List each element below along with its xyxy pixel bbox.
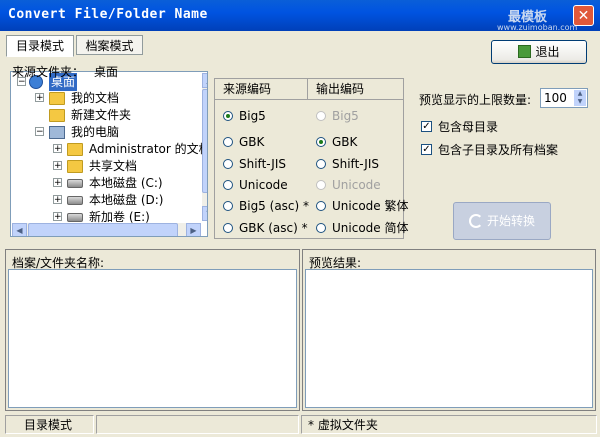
exit-label: 退出 <box>535 45 560 59</box>
source-radio-gbk[interactable]: GBK <box>223 134 264 150</box>
start-convert-button[interactable]: 开始转换 <box>453 202 551 240</box>
names-list[interactable] <box>8 269 297 408</box>
tree-node-label: 本地磁盘 (C:) <box>89 176 163 190</box>
status-note: * 虚拟文件夹 <box>301 415 597 434</box>
tree-node-label: Administrator 的文档 <box>89 142 208 156</box>
collapse-icon[interactable]: − <box>35 127 44 137</box>
checkmark-icon: ✓ <box>421 144 432 155</box>
output-radio-unicode-traditional[interactable]: Unicode 繁体 <box>316 198 408 214</box>
expand-icon[interactable]: + <box>35 93 44 103</box>
expand-icon[interactable]: + <box>53 144 62 154</box>
tree-node-label: 我的电脑 <box>71 125 120 139</box>
source-radio-big5[interactable]: Big5 <box>223 108 266 124</box>
radio-icon <box>316 179 326 190</box>
output-radio-shift-jis[interactable]: Shift-JIS <box>316 156 379 172</box>
radio-icon <box>316 158 326 169</box>
drive-icon <box>67 179 83 188</box>
output-radio-big5: Big5 <box>316 108 359 124</box>
folder-icon <box>49 109 65 122</box>
preview-limit-spinner[interactable]: 100 ▲ ▼ <box>540 88 588 108</box>
tab-directory-mode[interactable]: 目录模式 <box>6 35 74 57</box>
output-radio-unicode-simplified[interactable]: Unicode 简体 <box>316 220 408 236</box>
folder-tree[interactable]: − 桌面 + 我的文档 新建文件夹 − 我的电脑 + Administrator… <box>10 71 208 237</box>
source-radio-unicode[interactable]: Unicode <box>223 177 288 193</box>
exit-icon <box>518 45 532 58</box>
scroll-left-icon[interactable]: ◀ <box>12 223 27 236</box>
preview-list[interactable] <box>305 269 593 408</box>
expand-icon[interactable]: + <box>53 178 62 188</box>
source-radio-big5-asc[interactable]: Big5 (asc) * <box>223 198 309 214</box>
output-radio-gbk[interactable]: GBK <box>316 134 357 150</box>
tree-vertical-scrollbar[interactable]: ▲ ▼ <box>202 73 207 221</box>
folder-icon <box>67 143 83 156</box>
source-folder-value: 桌面 <box>94 65 119 79</box>
tree-node-label: 共享文档 <box>89 159 138 173</box>
computer-icon <box>49 126 65 139</box>
expand-icon[interactable]: + <box>53 161 62 171</box>
folder-icon <box>49 92 65 105</box>
start-convert-label: 开始转换 <box>486 214 535 228</box>
source-radio-shift-jis[interactable]: Shift-JIS <box>223 156 286 172</box>
tree-horizontal-scrollbar[interactable]: ◀ ▶ <box>12 223 201 236</box>
include-parent-checkbox[interactable]: ✓ 包含母目录 <box>421 119 498 135</box>
refresh-icon <box>468 213 483 228</box>
radio-icon <box>223 179 233 190</box>
preview-panel: 预览结果: <box>302 249 596 411</box>
status-bar: 目录模式 * 虚拟文件夹 <box>0 413 600 437</box>
spin-up-icon[interactable]: ▲ <box>574 90 586 98</box>
tree-node-label: 新建文件夹 <box>71 108 132 122</box>
radio-icon <box>223 200 233 211</box>
scroll-thumb[interactable] <box>202 89 207 193</box>
exit-button[interactable]: 退出 <box>491 40 587 64</box>
window-title: Convert File/Folder Name <box>8 7 208 22</box>
radio-icon <box>316 200 326 211</box>
names-panel: 档案/文件夹名称: <box>5 249 300 411</box>
output-radio-unicode: Unicode <box>316 177 381 193</box>
source-radio-gbk-asc[interactable]: GBK (asc) * <box>223 220 308 236</box>
preview-limit-label: 预览显示的上限数量: <box>419 93 532 107</box>
drive-icon <box>67 213 83 222</box>
radio-icon <box>223 222 233 233</box>
output-encoding-header: 输出编码 <box>308 79 403 100</box>
include-subdirs-checkbox[interactable]: ✓ 包含子目录及所有档案 <box>421 142 558 158</box>
radio-icon <box>223 158 233 169</box>
scroll-right-icon[interactable]: ▶ <box>186 223 201 236</box>
scroll-down-icon[interactable]: ▼ <box>202 206 207 221</box>
scroll-up-icon[interactable]: ▲ <box>202 73 207 88</box>
radio-icon <box>316 222 326 233</box>
status-middle <box>96 415 299 434</box>
spin-down-icon[interactable]: ▼ <box>574 98 586 106</box>
tree-node-label: 我的文档 <box>71 91 120 105</box>
radio-selected-icon <box>223 110 233 121</box>
expand-icon[interactable]: + <box>53 212 62 222</box>
checkmark-icon: ✓ <box>421 121 432 132</box>
tab-file-mode[interactable]: 档案模式 <box>76 35 143 55</box>
drive-icon <box>67 196 83 205</box>
close-button[interactable]: ✕ <box>573 5 594 26</box>
scroll-thumb[interactable] <box>28 223 178 236</box>
source-encoding-header: 来源编码 <box>215 79 308 100</box>
radio-icon <box>316 110 326 121</box>
radio-selected-icon <box>316 136 326 147</box>
source-folder-label: 来源文件夹： 桌面 <box>12 65 119 79</box>
expand-icon[interactable]: + <box>53 195 62 205</box>
radio-icon <box>223 136 233 147</box>
folder-icon <box>67 160 83 173</box>
brand-url: www.zuimoban.com <box>497 23 578 32</box>
status-mode: 目录模式 <box>5 415 94 434</box>
encoding-group: 来源编码 输出编码 Big5 GBK Shift-JIS Unicode Big… <box>214 78 408 239</box>
tree-node-label: 本地磁盘 (D:) <box>89 193 164 207</box>
preview-limit-value[interactable]: 100 <box>544 91 567 105</box>
